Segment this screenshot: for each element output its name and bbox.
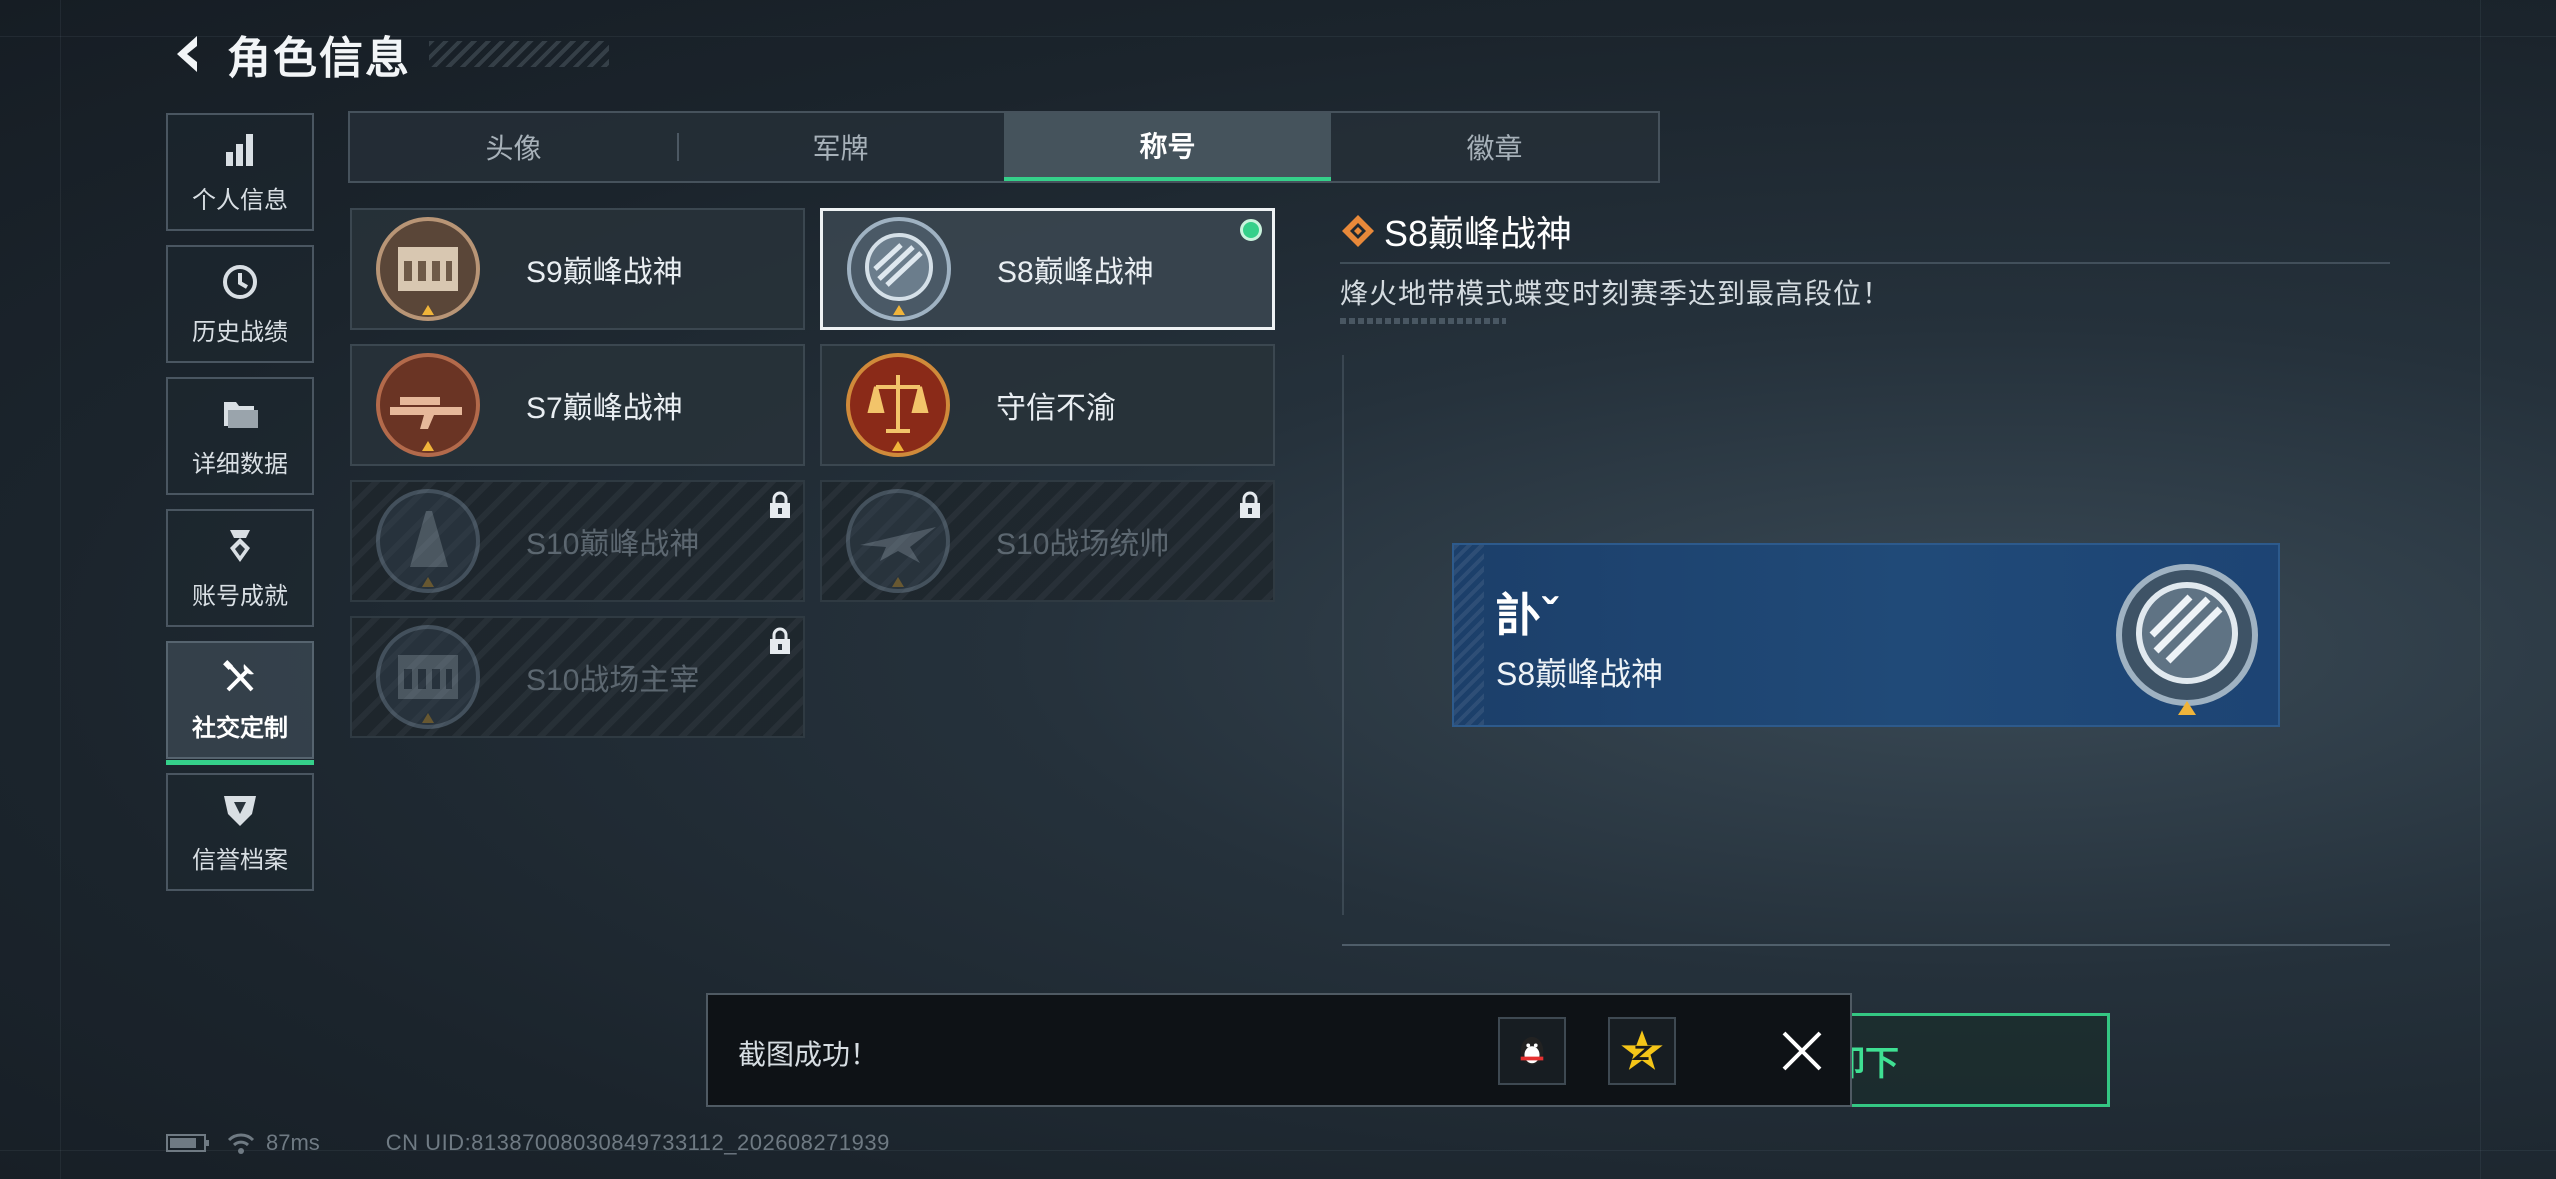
preview-stripe xyxy=(1454,545,1484,725)
battery-icon xyxy=(166,1134,209,1152)
status-bar: 87ms CN UID:81387008030849733112_2026082… xyxy=(166,1130,890,1156)
title-name: S8巅峰战神 xyxy=(997,256,1154,289)
sidebar-item-label: 个人信息 xyxy=(192,186,288,214)
rifle-badge-icon xyxy=(370,347,486,463)
sidebar-item-label: 社交定制 xyxy=(192,714,288,742)
title-card-selected[interactable]: S8巅峰战神 xyxy=(820,208,1275,330)
page-title: 角色信息 xyxy=(227,34,411,83)
wing-emblem-badge-icon xyxy=(841,211,957,327)
ping-value: 87ms xyxy=(266,1130,320,1155)
bar-chart-icon xyxy=(226,133,253,166)
tab-avatar[interactable]: 头像 xyxy=(350,113,677,181)
sidebar-item-history[interactable]: 历史战绩 xyxy=(166,245,314,363)
preview-player-name: 訃ˇ xyxy=(1496,589,1558,641)
title-name: S10巅峰战神 xyxy=(526,528,700,561)
scales-badge-icon xyxy=(840,347,956,463)
lock-icon xyxy=(1240,491,1260,518)
tools-icon xyxy=(223,659,254,691)
tower-badge-icon xyxy=(370,483,486,599)
share-qzone-button[interactable] xyxy=(1608,1017,1676,1085)
title-card[interactable]: 守信不渝 xyxy=(820,344,1275,466)
close-toast-button[interactable] xyxy=(1768,1017,1836,1085)
title-card[interactable]: S9巅峰战神 xyxy=(350,208,805,330)
colosseum-badge-icon xyxy=(370,211,486,327)
sidebar-item-label: 账号成就 xyxy=(192,582,288,610)
title-name: S9巅峰战神 xyxy=(526,256,683,289)
lock-icon xyxy=(770,627,790,654)
detail-header: S8巅峰战神 xyxy=(1340,205,1572,257)
divider xyxy=(1340,318,1506,324)
background-line xyxy=(60,0,61,1179)
qq-icon xyxy=(1520,1036,1544,1066)
colosseum-badge-icon xyxy=(370,619,486,735)
detail-description: 烽火地带模式蝶变时刻赛季达到最高段位！ xyxy=(1340,278,1892,309)
close-icon xyxy=(1782,1031,1822,1071)
title-decoration xyxy=(429,41,609,67)
lock-icon xyxy=(770,491,790,518)
tab-emblem[interactable]: 徽章 xyxy=(1331,113,1658,181)
preview-frame-edge xyxy=(1342,355,1344,915)
jet-badge-icon xyxy=(840,483,956,599)
player-uid: CN UID:81387008030849733112_202608271939 xyxy=(385,1130,890,1155)
folder-icon xyxy=(224,401,258,428)
toast-message: 截图成功！ xyxy=(738,1039,879,1070)
title-name: S10战场统帅 xyxy=(996,528,1170,561)
preview-frame-bottom xyxy=(1342,944,2390,946)
sidebar-item-credit-profile[interactable]: 信誉档案 xyxy=(166,773,314,891)
screenshot-toast: 截图成功！ xyxy=(706,993,1852,1107)
preview-title: S8巅峰战神 xyxy=(1496,656,1664,692)
title-card-locked[interactable]: S10战场统帅 xyxy=(820,480,1275,602)
sidebar-item-social-custom[interactable]: 社交定制 xyxy=(166,641,314,765)
sidebar-item-achievements[interactable]: 账号成就 xyxy=(166,509,314,627)
qzone-icon xyxy=(1621,1030,1663,1070)
title-name: 守信不渝 xyxy=(996,392,1116,425)
sidebar-item-label: 历史战绩 xyxy=(192,318,288,346)
title-card-locked[interactable]: S10巅峰战神 xyxy=(350,480,805,602)
title-card-locked[interactable]: S10战场主宰 xyxy=(350,616,805,738)
tab-dog-tag[interactable]: 军牌 xyxy=(677,113,1004,181)
title-card[interactable]: S7巅峰战神 xyxy=(350,344,805,466)
shield-icon xyxy=(224,795,256,826)
sidebar-item-personal-info[interactable]: 个人信息 xyxy=(166,113,314,231)
divider xyxy=(1340,262,2390,264)
background-line xyxy=(2480,0,2481,1179)
title-name: S10战场主宰 xyxy=(526,664,700,697)
sidebar-item-label: 详细数据 xyxy=(192,450,288,478)
page-header: 角色信息 xyxy=(165,24,609,84)
title-preview-card: 訃ˇ S8巅峰战神 xyxy=(1452,543,2280,727)
sidebar: 个人信息 历史战绩 详细数据 账号成就 社交定制 信誉档案 xyxy=(166,113,316,905)
share-qq-button[interactable] xyxy=(1498,1017,1566,1085)
clock-icon xyxy=(223,264,257,299)
detail-title: S8巅峰战神 xyxy=(1384,213,1573,254)
tab-title[interactable]: 称号 xyxy=(1004,113,1331,181)
medal-icon xyxy=(230,529,250,562)
wifi-icon xyxy=(227,1133,255,1154)
sidebar-item-label: 信誉档案 xyxy=(192,846,288,874)
category-tabs: 头像 军牌 称号 徽章 xyxy=(348,111,1660,183)
sidebar-item-detailed-data[interactable]: 详细数据 xyxy=(166,377,314,495)
equipped-indicator xyxy=(1240,219,1262,241)
back-arrow-icon[interactable] xyxy=(165,30,213,78)
diamond-icon xyxy=(1342,215,1374,247)
wing-emblem-badge-icon xyxy=(2116,564,2258,715)
title-name: S7巅峰战神 xyxy=(526,392,683,425)
